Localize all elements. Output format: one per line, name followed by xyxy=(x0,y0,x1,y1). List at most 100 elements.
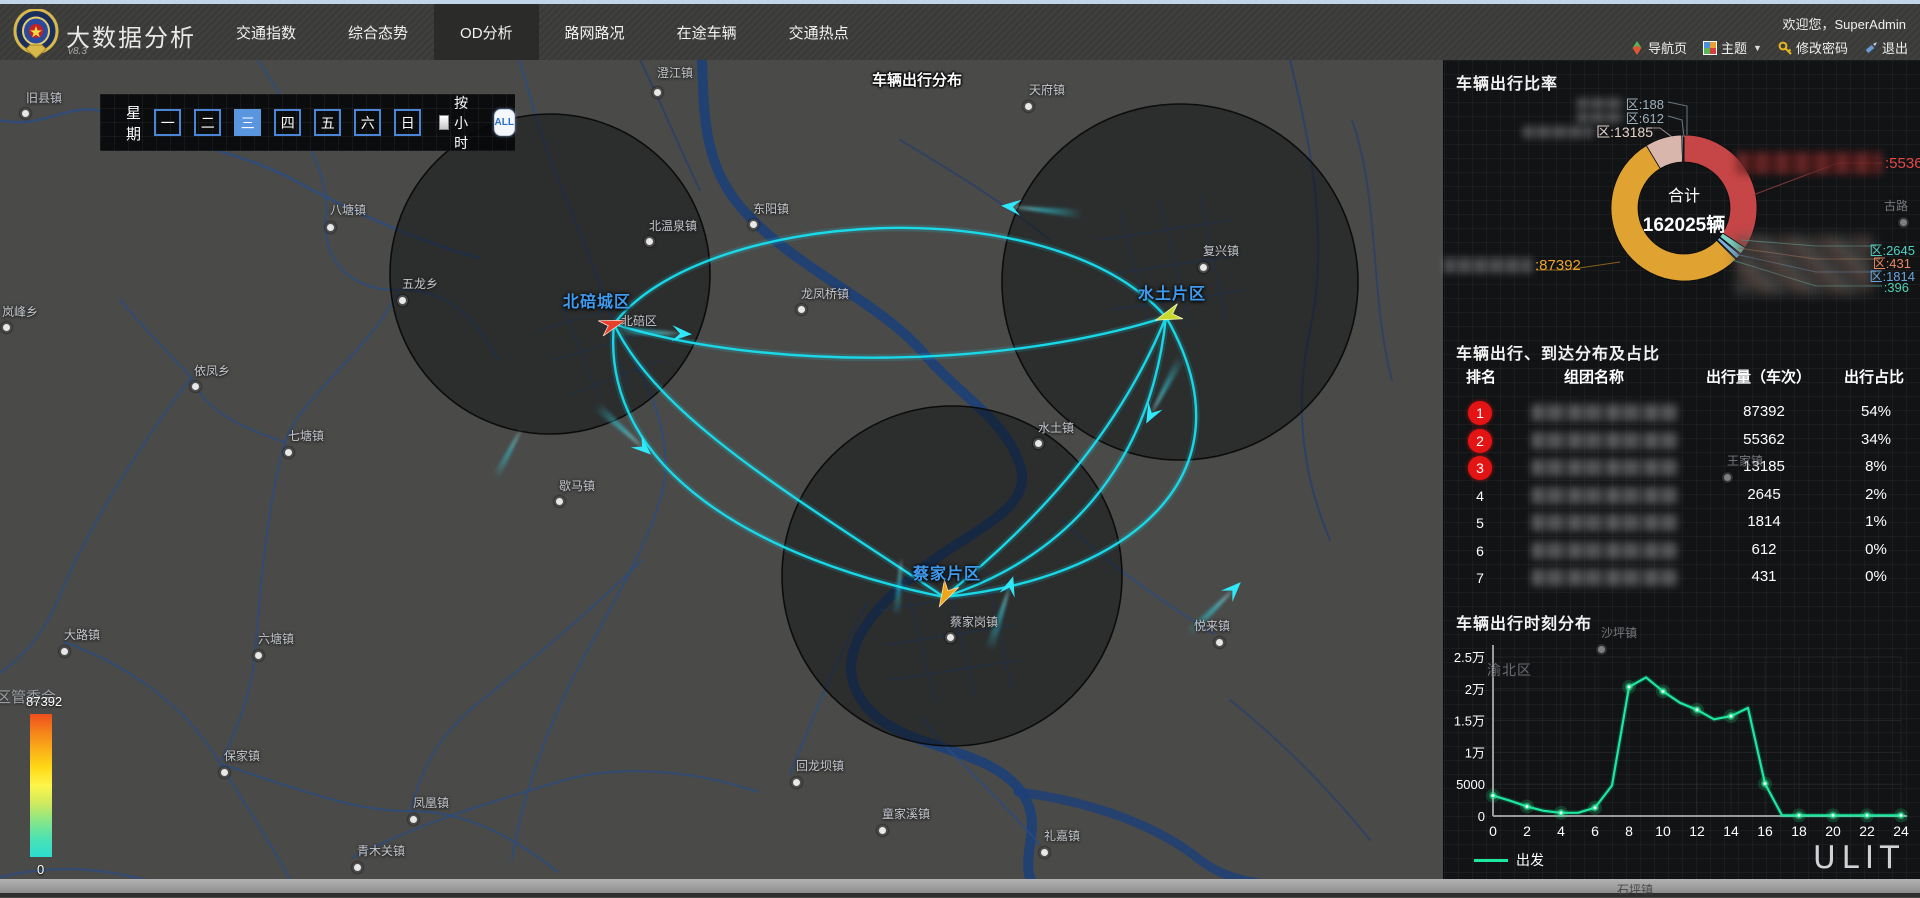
col-share: 出行占比 xyxy=(1844,366,1904,387)
x-tick-label: 2 xyxy=(1523,823,1531,839)
section-time-distribution: 车辆出行时刻分布 050001万1.5万2万2.5万02468101214161… xyxy=(1444,600,1920,879)
week-day-日[interactable]: 日 xyxy=(394,109,421,136)
town-dot xyxy=(796,304,807,315)
hourly-checkbox[interactable] xyxy=(439,115,449,130)
blurred-names-block xyxy=(1736,236,1872,294)
nav-item-综合态势[interactable]: 综合态势 xyxy=(322,4,434,60)
data-point[interactable] xyxy=(1865,813,1869,817)
town-label: 王家镇 xyxy=(1727,452,1763,469)
header-actions: 导航页主题▼ 修改密码退出 xyxy=(1630,38,1908,57)
y-tick-label: 0 xyxy=(1478,809,1485,824)
col-rank: 排名 xyxy=(1466,366,1496,387)
legend-line-swatch xyxy=(1474,859,1508,862)
app-version: v8.3 xyxy=(68,46,87,57)
district-label-水土片区[interactable]: 水土片区 xyxy=(1138,280,1206,304)
district-circles xyxy=(390,104,1358,746)
rank-badge: 5 xyxy=(1468,511,1492,535)
district-label-蔡家片区[interactable]: 蔡家片区 xyxy=(913,560,981,584)
blurred-group-name xyxy=(1532,542,1678,559)
data-point[interactable] xyxy=(1831,813,1835,817)
town-label: 龙凤桥镇 xyxy=(801,285,849,302)
data-point[interactable] xyxy=(1593,806,1597,810)
town-dot xyxy=(59,646,70,657)
header-action-导航页[interactable]: 导航页 xyxy=(1630,38,1687,57)
week-day-四[interactable]: 四 xyxy=(274,109,301,136)
town-label: 悦来镇 xyxy=(1194,617,1230,634)
town-label: 沙坪镇 xyxy=(1601,624,1637,641)
section-title: 车辆出行、到达分布及占比 xyxy=(1456,340,1660,364)
data-point[interactable] xyxy=(1559,811,1563,815)
table-row: 74310% xyxy=(1444,565,1920,591)
week-day-二[interactable]: 二 xyxy=(194,109,221,136)
logout-icon xyxy=(1864,41,1878,55)
data-point[interactable] xyxy=(1627,685,1631,689)
x-tick-label: 18 xyxy=(1791,823,1807,839)
data-point[interactable] xyxy=(1491,794,1495,798)
pie-slice[interactable] xyxy=(1683,135,1684,162)
data-point[interactable] xyxy=(1899,813,1903,817)
pie-label: 区:13185 xyxy=(1523,122,1653,142)
data-point[interactable] xyxy=(1763,782,1767,786)
share-value: 0% xyxy=(1836,541,1916,558)
week-day-三[interactable]: 三 xyxy=(234,109,261,136)
trips-value: 55362 xyxy=(1694,431,1834,448)
total-value: 162025辆 xyxy=(1612,210,1756,237)
data-point[interactable] xyxy=(1661,689,1665,693)
rank-badge: 6 xyxy=(1468,539,1492,563)
data-point[interactable] xyxy=(1525,804,1529,808)
town-label: 蔡家岗镇 xyxy=(950,613,998,630)
nav-item-交通热点[interactable]: 交通热点 xyxy=(763,4,875,60)
x-tick-label: 16 xyxy=(1757,823,1773,839)
week-day-selector: 一二三四五六日 xyxy=(154,109,421,136)
town-dot xyxy=(877,825,888,836)
town-dot xyxy=(1198,262,1209,273)
y-tick-label: 2万 xyxy=(1465,682,1485,697)
town-dot xyxy=(283,447,294,458)
x-tick-label: 24 xyxy=(1893,823,1909,839)
table-row: 66120% xyxy=(1444,538,1920,564)
chart-legend[interactable]: 出发 xyxy=(1474,850,1544,870)
action-label: 修改密码 xyxy=(1796,38,1848,57)
blurred-group-name xyxy=(1532,487,1678,504)
share-value: 8% xyxy=(1836,458,1916,475)
x-tick-label: 22 xyxy=(1859,823,1875,839)
town-dot xyxy=(1,322,12,333)
nav-item-路网路况[interactable]: 路网路况 xyxy=(539,4,651,60)
town-label: 回龙坝镇 xyxy=(796,757,844,774)
nav-item-交通指数[interactable]: 交通指数 xyxy=(210,4,322,60)
header-action-修改密码[interactable]: 修改密码 xyxy=(1778,38,1848,57)
district-label-北碚城区[interactable]: 北碚城区 xyxy=(563,288,631,312)
legend-label: 出发 xyxy=(1516,850,1544,870)
police-badge-logo xyxy=(12,9,60,59)
town-label: 旧县镇 xyxy=(26,89,62,106)
data-point[interactable] xyxy=(1797,813,1801,817)
data-point[interactable] xyxy=(1729,714,1733,718)
header-action-退出[interactable]: 退出 xyxy=(1864,38,1908,57)
town-label: 保家镇 xyxy=(224,747,260,764)
town-dot xyxy=(219,767,230,778)
welcome-text: 欢迎您，SuperAdmin xyxy=(1782,14,1906,33)
town-dot xyxy=(1898,217,1909,228)
town-dot xyxy=(1033,438,1044,449)
y-tick-label: 1万 xyxy=(1465,745,1485,760)
week-day-五[interactable]: 五 xyxy=(314,109,341,136)
data-point[interactable] xyxy=(1695,708,1699,712)
nav-item-在途车辆[interactable]: 在途车辆 xyxy=(651,4,763,60)
x-tick-label: 12 xyxy=(1689,823,1705,839)
nav-item-OD分析[interactable]: OD分析 xyxy=(434,4,539,60)
all-days-button[interactable]: ALL xyxy=(494,109,515,136)
share-value: 1% xyxy=(1836,513,1916,530)
x-tick-label: 20 xyxy=(1825,823,1841,839)
town-dot xyxy=(397,295,408,306)
week-day-六[interactable]: 六 xyxy=(354,109,381,136)
town-label: 凤凰镇 xyxy=(413,794,449,811)
pie-label: :87392 xyxy=(1444,257,1581,274)
header-action-主题[interactable]: 主题▼ xyxy=(1703,38,1762,57)
week-day-一[interactable]: 一 xyxy=(154,109,181,136)
time-distribution-line-chart: 050001万1.5万2万2.5万024681012141618202224 xyxy=(1444,600,1920,879)
pie-label: :55362 xyxy=(1736,152,1920,174)
town-label: 岚峰乡 xyxy=(2,303,38,320)
town-label: 青木关镇 xyxy=(357,842,405,859)
share-value: 0% xyxy=(1836,568,1916,585)
town-label: 古路 xyxy=(1884,197,1908,214)
